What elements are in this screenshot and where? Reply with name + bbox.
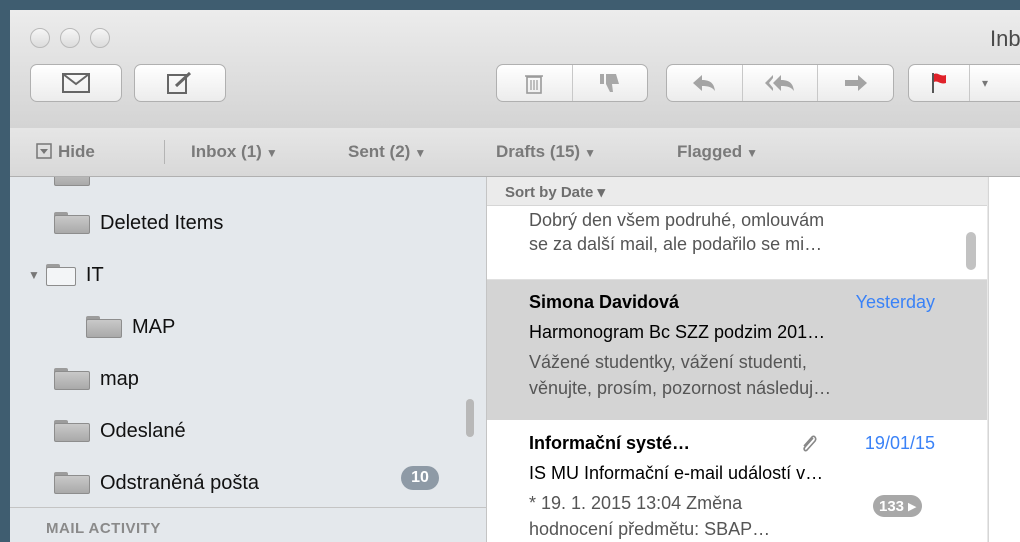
message-sender: Simona Davidová bbox=[529, 292, 680, 312]
favorite-drafts[interactable]: Drafts (15) ▼ bbox=[496, 142, 596, 162]
message-subject: Harmonogram Bc SZZ podzim 201… bbox=[529, 322, 826, 342]
favorite-sent[interactable]: Sent (2) ▼ bbox=[348, 142, 426, 162]
hide-mailboxes-button[interactable]: Hide bbox=[36, 142, 95, 162]
envelope-icon bbox=[62, 73, 90, 93]
flag-group: ▾ bbox=[908, 64, 1020, 102]
message-date: Yesterday bbox=[855, 292, 935, 312]
open-folder-icon bbox=[45, 264, 76, 286]
reply-group bbox=[666, 64, 894, 102]
sidebar-item-partial[interactable] bbox=[54, 177, 100, 189]
hide-label: Hide bbox=[58, 142, 95, 161]
sidebar-item-label: Deleted Items bbox=[100, 211, 224, 234]
close-window-button[interactable] bbox=[30, 28, 50, 48]
favorite-flagged[interactable]: Flagged ▼ bbox=[677, 142, 758, 162]
chevron-down-icon: ▼ bbox=[265, 146, 278, 160]
sort-by-date-button[interactable]: Sort by Date ▾ bbox=[505, 183, 605, 201]
sidebar-item-odeslane[interactable]: Odeslané bbox=[54, 417, 186, 445]
mail-activity-label: MAIL ACTIVITY bbox=[46, 520, 161, 537]
message-row[interactable]: Informační systé… 19/01/15 IS MU Informa… bbox=[487, 421, 987, 542]
favorite-flagged-label: Flagged bbox=[677, 142, 743, 161]
sidebar-item-odstranena-posta[interactable]: Odstraněná pošta bbox=[54, 469, 259, 497]
thread-count-badge[interactable]: 133 ▸ bbox=[873, 495, 922, 517]
message-preview-line1: Vážené studentky, vážení studenti, bbox=[529, 352, 807, 372]
compose-icon bbox=[167, 71, 192, 94]
mail-window: Inbox bbox=[10, 10, 1020, 542]
get-mail-button[interactable] bbox=[30, 64, 122, 102]
message-list-scrollbar[interactable] bbox=[966, 232, 976, 270]
thumbs-down-icon bbox=[599, 74, 619, 92]
sidebar-scrollbar[interactable] bbox=[466, 399, 474, 437]
message-preview-line1: * 19. 1. 2015 13:04 Změna bbox=[529, 493, 743, 513]
folder-icon bbox=[54, 420, 90, 442]
mail-activity-section[interactable]: MAIL ACTIVITY bbox=[10, 507, 486, 542]
flag-button[interactable] bbox=[909, 65, 969, 101]
title-toolbar: Inbox bbox=[10, 10, 1020, 129]
sidebar-item-label: Odstraněná pošta bbox=[100, 471, 259, 494]
message-preview-line2: hodnocení předmětu: SBAP… bbox=[529, 519, 771, 539]
sidebar-item-deleted-items[interactable]: Deleted Items bbox=[54, 209, 223, 237]
mailbox-sidebar: Deleted Items ▼ IT MAP map Odeslané Odst… bbox=[10, 177, 487, 542]
message-row[interactable]: Dobrý den všem podruhé, omlouvám se za d… bbox=[487, 205, 987, 280]
reply-all-icon bbox=[765, 75, 794, 91]
junk-button[interactable] bbox=[571, 65, 648, 101]
favorites-divider bbox=[164, 140, 165, 164]
favorite-inbox[interactable]: Inbox (1) ▼ bbox=[191, 142, 278, 162]
delete-junk-group bbox=[496, 64, 648, 102]
reply-icon bbox=[693, 75, 716, 91]
folder-icon bbox=[86, 316, 122, 338]
message-sender: Informační systé… bbox=[529, 433, 691, 453]
disclosure-triangle-icon[interactable]: ▼ bbox=[28, 268, 40, 282]
message-preview-pane bbox=[988, 177, 1020, 542]
message-preview-line2: se za další mail, ale podařilo se mi… bbox=[529, 234, 823, 254]
sidebar-item-map[interactable]: map bbox=[54, 365, 139, 393]
sort-bar[interactable]: Sort by Date ▾ bbox=[487, 177, 987, 206]
unread-count-badge: 10 bbox=[401, 466, 439, 490]
reply-button[interactable] bbox=[667, 65, 742, 101]
message-subject: IS MU Informační e-mail událostí v… bbox=[529, 463, 824, 483]
zoom-window-button[interactable] bbox=[90, 28, 110, 48]
favorites-bar: Hide Inbox (1) ▼ Sent (2) ▼ Drafts (15) ▼ F… bbox=[10, 128, 1020, 177]
paperclip-icon bbox=[803, 435, 817, 452]
chevron-down-icon: ▼ bbox=[584, 146, 596, 160]
favorite-sent-label: Sent (2) bbox=[348, 142, 411, 161]
sidebar-item-map-sub[interactable]: MAP bbox=[86, 313, 175, 341]
reply-all-button[interactable] bbox=[741, 65, 818, 101]
message-date: 19/01/15 bbox=[864, 433, 935, 453]
red-flag-icon bbox=[932, 73, 946, 93]
flag-menu-chevron[interactable]: ▾ bbox=[969, 65, 1000, 101]
delete-button[interactable] bbox=[497, 65, 572, 101]
folder-icon bbox=[54, 177, 90, 186]
minimize-window-button[interactable] bbox=[60, 28, 80, 48]
folder-icon bbox=[54, 472, 90, 494]
hide-sidebar-icon bbox=[36, 143, 52, 159]
folder-icon bbox=[54, 212, 90, 234]
chevron-down-icon: ▼ bbox=[414, 146, 427, 160]
folder-icon bbox=[54, 368, 90, 390]
forward-arrow-icon bbox=[844, 75, 867, 91]
message-preview-line1: Dobrý den všem podruhé, omlouvám bbox=[529, 210, 825, 230]
sidebar-item-label: MAP bbox=[132, 315, 176, 338]
forward-button[interactable] bbox=[817, 65, 893, 101]
favorite-inbox-label: Inbox (1) bbox=[191, 142, 262, 161]
favorite-drafts-label: Drafts (15) bbox=[496, 142, 581, 161]
trash-icon bbox=[525, 75, 544, 94]
message-preview-line2: věnujte, prosím, pozornost následuj… bbox=[529, 378, 832, 398]
chevron-down-icon: ▼ bbox=[746, 146, 759, 160]
sidebar-item-label: map bbox=[100, 367, 139, 390]
sidebar-item-label: IT bbox=[85, 263, 104, 286]
sidebar-item-it[interactable]: ▼ IT bbox=[28, 261, 104, 289]
message-list: Sort by Date ▾ Dobrý den všem podruhé, o… bbox=[487, 177, 987, 542]
compose-button[interactable] bbox=[134, 64, 226, 102]
sidebar-item-label: Odeslané bbox=[100, 419, 186, 442]
window-title: Inbox bbox=[990, 26, 1020, 51]
message-row-selected[interactable]: Simona Davidová Yesterday Harmonogram Bc… bbox=[487, 280, 987, 420]
